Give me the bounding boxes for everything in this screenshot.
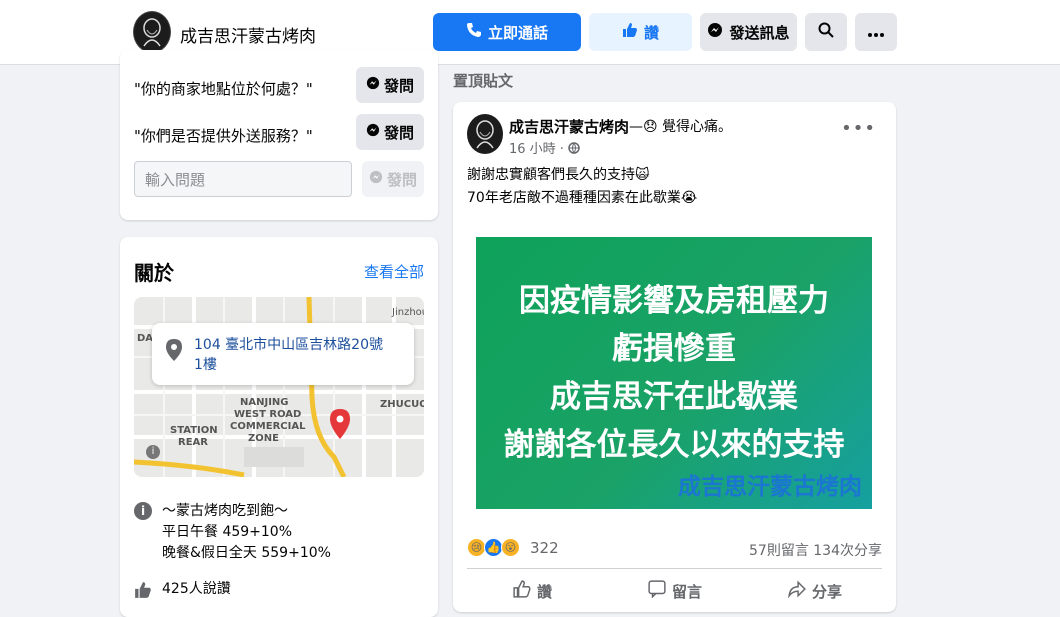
comments-shares-count[interactable]: 57則留言 134次分享 [749,540,882,560]
globe-icon [568,142,580,157]
reaction-count: 322 [530,538,559,557]
question-text[interactable]: "你的商家地點位於何處？" [134,78,313,99]
divider [467,568,882,569]
image-signature: 成吉思汗蒙古烤肉 [678,474,862,500]
post-text-line: 謝謝忠實顧客們長久的支持🙀 [467,167,650,183]
submit-question-label: 發問 [386,170,417,189]
comment-icon [648,580,666,602]
ask-button[interactable]: 發問 [356,114,424,150]
send-message-label: 發送訊息 [729,23,790,42]
see-all-link[interactable]: 查看全部 [364,261,424,282]
like-page-button[interactable]: 讚 [589,13,692,51]
call-now-button[interactable]: 立即通話 [433,13,581,51]
ellipsis-icon: ••• [841,118,876,139]
more-options-button[interactable] [855,13,897,51]
location-map[interactable]: DAC Jinzhou NANJING WEST ROAD COMMERCIAL… [134,297,424,477]
submit-question-button[interactable]: 發問 [362,161,424,197]
like-post-label: 讚 [537,582,553,601]
ask-button-label: 發問 [383,76,414,95]
phone-icon [466,22,482,42]
search-icon [818,22,834,42]
pinned-post: 成吉思汗蒙古烤肉 —😞 覺得心痛。 16 小時 · ••• 謝謝忠實顧客們長久的… [453,102,896,612]
messenger-icon [707,22,723,42]
address-box[interactable]: 104 臺北市中山區吉林路20號 1樓 [152,323,414,385]
info-icon: i [134,502,152,520]
about-title: 關於 [134,261,174,285]
post-text-line: 70年老店敵不過種種因素在此歇業😭 [467,190,698,206]
description-line: ～蒙古烤肉吃到飽～ [162,503,288,519]
pinned-posts-label: 置頂貼文 [453,72,514,90]
page-avatar[interactable] [133,11,171,53]
comment-button[interactable]: 留言 [648,580,702,602]
map-label: Jinzhou [392,307,424,318]
thumbs-up-icon [513,580,531,602]
address-line-1: 104 臺北市中山區吉林路20號 [194,337,383,353]
post-feeling: —😞 覺得心痛。 [629,119,733,135]
like-label: 讚 [643,23,659,42]
map-label: NANJING [240,397,289,408]
comment-label: 留言 [672,582,703,601]
send-message-button[interactable]: 發送訊息 [700,13,797,51]
page-likes-count: 425人說讚 [162,581,231,597]
image-text-line: 謝謝各位長久以來的支持 [503,427,845,463]
share-icon [788,580,806,602]
page-name[interactable]: 成吉思汗蒙古烤肉 [180,22,316,47]
map-label: COMMERCIAL [230,421,306,432]
image-text-line: 虧損慘重 [612,331,736,367]
address-text[interactable]: 104 臺北市中山區吉林路20號 1樓 [194,335,394,375]
reactions-summary[interactable]: 😢 👍 😮 322 [467,538,559,557]
post-author-avatar[interactable] [467,114,503,154]
thumbs-up-icon [622,22,638,42]
map-label: WEST ROAD [234,409,302,420]
question-input[interactable]: 輸入問題 [134,161,352,197]
call-now-label: 立即通話 [487,23,548,42]
map-label: REAR [178,437,208,448]
ask-button-label: 發問 [383,123,414,142]
business-description: ～蒙古烤肉吃到飽～ 平日午餐 459+10% 晚餐&假日全天 559+10% [162,501,331,564]
map-pin-icon[interactable] [330,409,350,443]
ask-questions-card: "你的商家地點位於何處？" 發問 "你們是否提供外送服務？" 發問 輸入問題 發… [120,50,438,220]
ask-button[interactable]: 發問 [356,67,424,103]
image-text-line: 成吉思汗在此歇業 [550,379,798,415]
description-line: 平日午餐 459+10% [162,524,293,540]
post-options-button[interactable]: ••• [841,118,876,139]
like-post-button[interactable]: 讚 [513,580,552,602]
search-button[interactable] [805,13,847,51]
wow-reaction-icon: 😮 [501,538,520,557]
messenger-icon [369,170,383,188]
map-label: STATION [170,425,218,436]
messenger-icon [366,76,380,94]
about-card: 關於 查看全部 DAC Jinzho NANJING WEST ROAD COM… [120,237,438,617]
description-line: 晚餐&假日全天 559+10% [162,545,331,561]
map-label: ZONE [248,433,279,444]
location-pin-icon [166,339,182,365]
messenger-icon [366,123,380,141]
post-body: 謝謝忠實顧客們長久的支持🙀 70年老店敵不過種種因素在此歇業😭 [467,164,697,210]
ellipsis-icon [868,23,884,41]
image-text-line: 因疫情影響及房租壓力 [519,283,829,319]
post-timestamp[interactable]: 16 小時 · [509,138,580,157]
post-time-text: 16 小時 · [509,142,564,157]
thumbs-up-icon [134,581,152,603]
address-line-2: 1樓 [194,357,217,373]
map-label: ZHUCUO [380,399,424,410]
post-image[interactable]: 因疫情影響及房租壓力 虧損慘重 成吉思汗在此歇業 謝謝各位長久以來的支持 成吉思… [476,237,872,509]
question-text[interactable]: "你們是否提供外送服務？" [134,125,313,146]
share-label: 分享 [812,582,843,601]
map-info-icon[interactable]: i [146,445,160,459]
post-author[interactable]: 成吉思汗蒙古烤肉 [509,116,629,137]
share-button[interactable]: 分享 [788,580,842,602]
